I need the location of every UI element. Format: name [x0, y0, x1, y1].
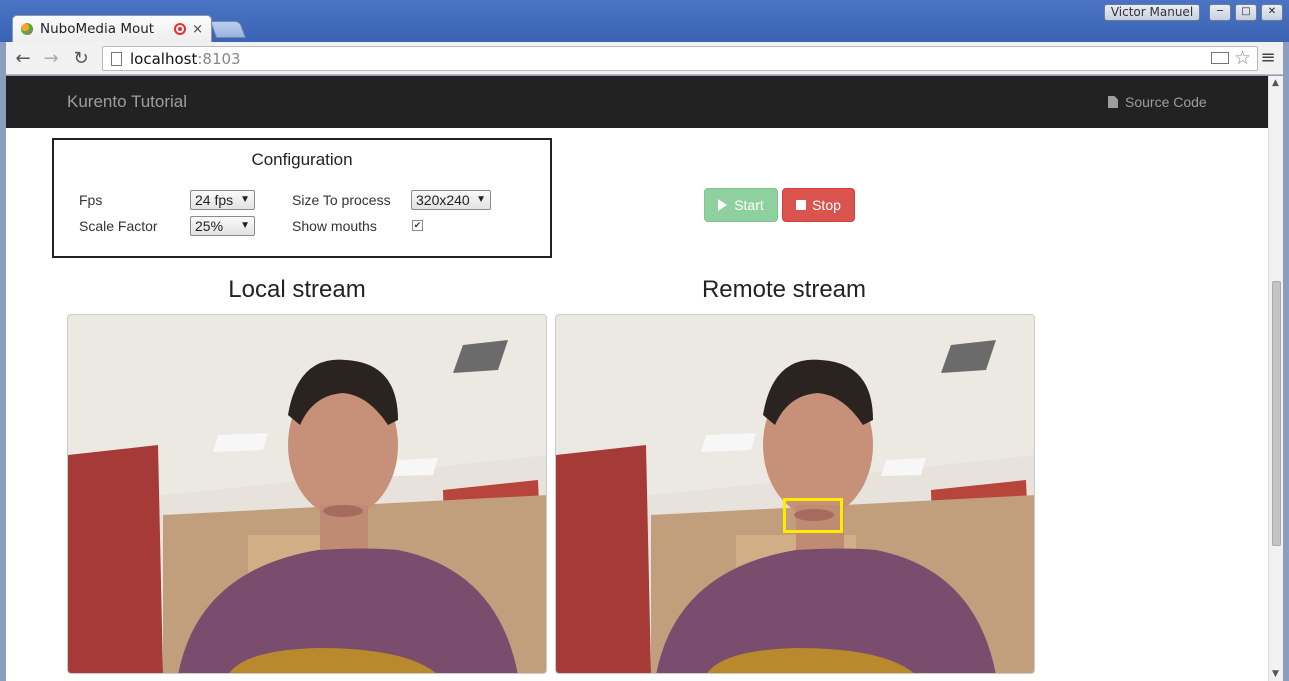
recording-icon	[174, 23, 187, 35]
browser-toolbar: ← → ↻ localhost:8103 ☆ ≡	[6, 42, 1283, 75]
local-video-frame	[68, 315, 546, 673]
navbar-brand[interactable]: Kurento Tutorial	[67, 92, 187, 112]
reload-icon[interactable]: ↻	[70, 48, 92, 70]
fps-value: 24 fps	[195, 192, 234, 208]
local-stream-title: Local stream	[228, 276, 366, 303]
page-icon	[111, 51, 122, 66]
start-label: Start	[734, 197, 764, 213]
local-video[interactable]	[67, 314, 547, 674]
file-icon	[1108, 96, 1118, 108]
browser-tab[interactable]: NuboMedia Mout ×	[12, 15, 212, 42]
size-value: 320x240	[416, 192, 470, 208]
scale-value: 25%	[195, 218, 224, 234]
url-port: :8103	[197, 49, 241, 68]
forward-icon[interactable]: →	[40, 48, 62, 70]
scale-label: Scale Factor	[79, 218, 158, 234]
scroll-thumb[interactable]	[1272, 281, 1281, 546]
scale-select[interactable]: 25% ▼	[190, 216, 255, 236]
remote-video[interactable]	[555, 314, 1035, 674]
stop-label: Stop	[812, 197, 841, 213]
show-mouths-checkbox[interactable]: ✔	[412, 220, 423, 231]
window-titlebar: NuboMedia Mout × Victor Manuel ─ □ ✕	[0, 0, 1289, 42]
remote-stream-title: Remote stream	[701, 276, 867, 303]
stop-icon	[796, 200, 807, 210]
minimize-icon[interactable]: ─	[1209, 4, 1231, 21]
show-mouths-label: Show mouths	[292, 218, 377, 234]
maximize-icon[interactable]: □	[1235, 4, 1257, 21]
source-code-link[interactable]: Source Code	[1108, 94, 1207, 110]
fps-select[interactable]: 24 fps ▼	[190, 190, 255, 210]
page-viewport: Kurento Tutorial Source Code Configurati…	[6, 76, 1283, 681]
fps-label: Fps	[79, 192, 103, 208]
chevron-down-icon: ▼	[240, 194, 250, 205]
scroll-up-icon[interactable]: ▲	[1272, 78, 1279, 88]
profile-button[interactable]: Victor Manuel	[1104, 4, 1200, 21]
scroll-down-icon[interactable]: ▼	[1272, 669, 1279, 679]
close-window-icon[interactable]: ✕	[1261, 4, 1283, 21]
size-select[interactable]: 320x240 ▼	[411, 190, 491, 210]
navbar: Kurento Tutorial Source Code	[6, 76, 1268, 128]
tab-close-icon[interactable]: ×	[192, 22, 203, 37]
configuration-panel: Configuration Fps 24 fps ▼ Size To proce…	[52, 138, 552, 258]
chevron-down-icon: ▼	[476, 194, 486, 205]
source-code-label: Source Code	[1125, 94, 1207, 110]
url-host: localhost	[130, 49, 198, 68]
remote-video-frame	[556, 315, 1034, 673]
size-label: Size To process	[292, 192, 391, 208]
mouth-detection-box	[783, 498, 843, 533]
favicon-icon	[21, 23, 33, 35]
back-icon[interactable]: ←	[12, 48, 34, 70]
tab-title: NuboMedia Mout	[40, 21, 155, 37]
play-icon	[718, 199, 728, 211]
new-tab-button[interactable]	[209, 21, 247, 38]
camera-icon[interactable]	[1211, 52, 1229, 64]
start-button[interactable]: Start	[704, 188, 778, 222]
vertical-scrollbar[interactable]: ▲ ▼	[1268, 76, 1283, 681]
configuration-title: Configuration	[251, 150, 353, 169]
bookmark-star-icon[interactable]: ☆	[1234, 47, 1251, 70]
chevron-down-icon: ▼	[240, 220, 250, 231]
menu-icon[interactable]: ≡	[1259, 48, 1277, 68]
stop-button[interactable]: Stop	[782, 188, 855, 222]
address-bar[interactable]: localhost:8103 ☆	[102, 46, 1258, 71]
